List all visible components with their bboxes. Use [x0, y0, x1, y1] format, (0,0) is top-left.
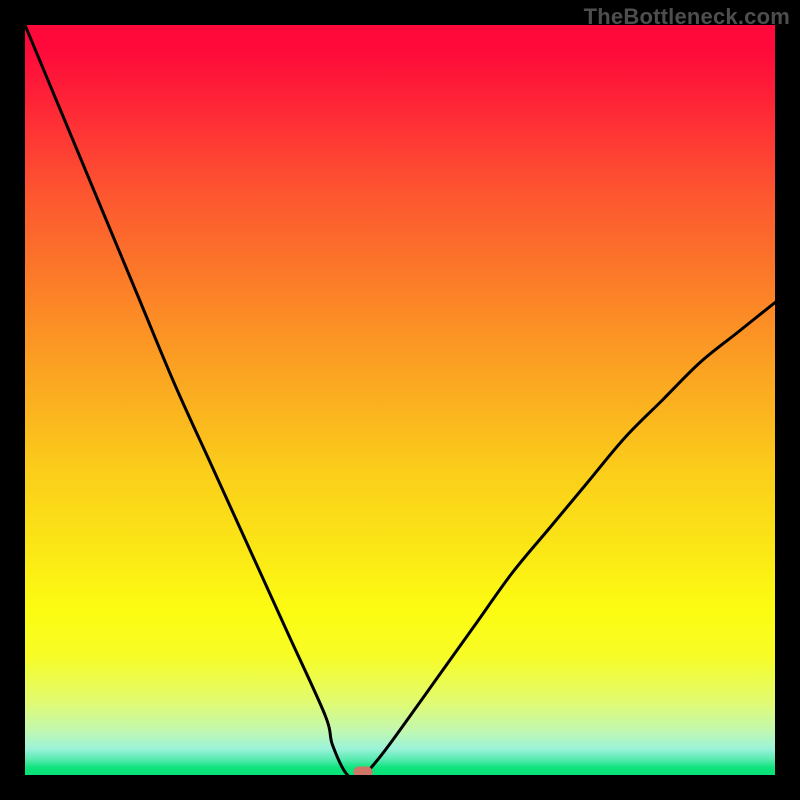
- plot-area: [25, 25, 775, 775]
- bottleneck-curve: [25, 25, 775, 775]
- watermark-text: TheBottleneck.com: [584, 4, 790, 30]
- optimal-marker-icon: [353, 767, 372, 776]
- chart-frame: TheBottleneck.com: [0, 0, 800, 800]
